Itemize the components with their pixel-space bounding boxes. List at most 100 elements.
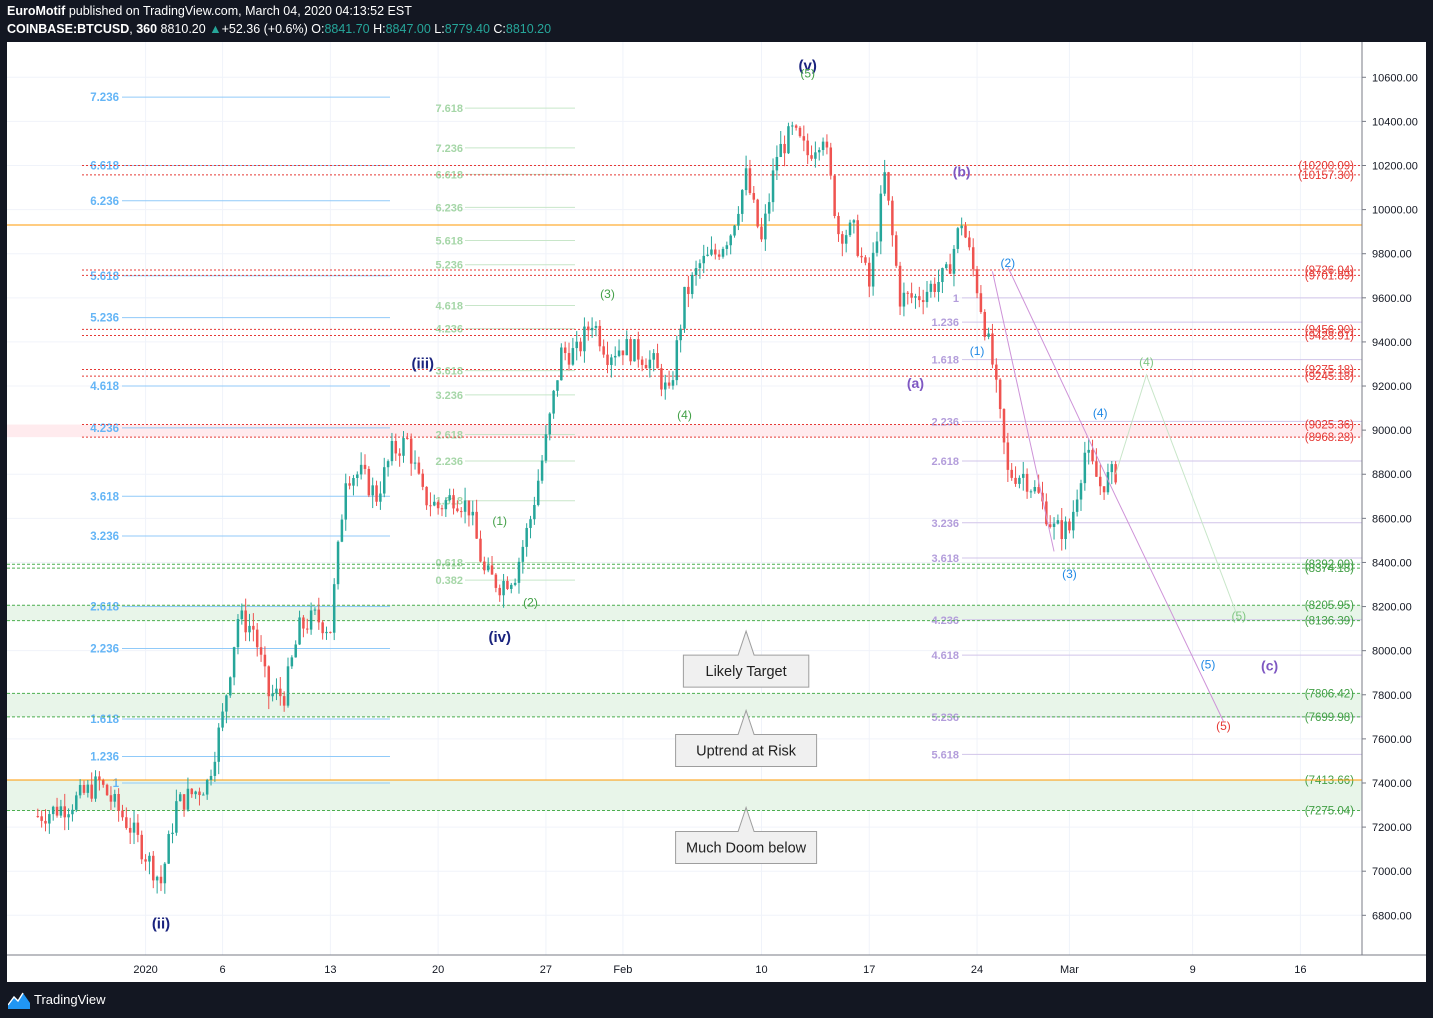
open-value: 8841.70 <box>324 22 370 36</box>
x-tick-label: 13 <box>324 964 336 976</box>
level-label: (8968.28) <box>1305 432 1354 444</box>
candle <box>182 794 186 810</box>
candle <box>737 213 740 226</box>
publish-line: EuroMotif published on TradingView.com, … <box>7 4 412 18</box>
footer-brand[interactable]: TradingView <box>34 992 106 1007</box>
candle <box>852 220 856 223</box>
candles <box>36 121 1117 894</box>
candle <box>725 245 729 249</box>
candle <box>640 359 644 365</box>
candle <box>171 832 174 835</box>
candle <box>444 500 448 510</box>
fib-blue-label: 5.236 <box>90 313 119 325</box>
candle <box>1021 473 1025 478</box>
x-tick-label: 10 <box>755 964 767 976</box>
candle <box>664 382 667 390</box>
fib-green-label: 2.618 <box>435 430 463 442</box>
candle <box>698 263 702 269</box>
candle <box>240 610 244 620</box>
candle <box>221 711 224 728</box>
candle <box>209 775 213 780</box>
candle <box>1060 520 1063 540</box>
y-tick-label: 6800.00 <box>1372 910 1412 922</box>
candle <box>1006 442 1010 470</box>
symbol-name[interactable]: COINBASE:BTCUSD <box>7 22 129 36</box>
candle <box>332 584 336 633</box>
candle <box>529 519 532 528</box>
fib-purple-label: 1 <box>953 293 959 305</box>
candle <box>833 175 836 216</box>
open-label: O: <box>311 22 325 36</box>
candle <box>610 357 613 365</box>
candle <box>706 254 709 256</box>
level-label: (10157.30) <box>1298 170 1354 182</box>
y-tick-label: 8600.00 <box>1372 513 1412 525</box>
x-tick-label: 9 <box>1190 964 1196 976</box>
candle <box>540 460 544 481</box>
candle <box>279 688 282 697</box>
candle <box>486 565 490 571</box>
candle <box>1087 449 1090 453</box>
change-arrow-icon: ▲ <box>209 22 222 36</box>
x-tick-label: 20 <box>432 964 444 976</box>
candle <box>440 508 444 510</box>
wave-label: (b) <box>953 164 971 180</box>
candle <box>517 561 521 583</box>
x-tick-label: 16 <box>1294 964 1306 976</box>
fib-blue-label: 5.618 <box>90 271 119 283</box>
candle <box>656 353 659 369</box>
candle <box>860 255 863 258</box>
candle <box>113 793 117 802</box>
x-tick-label: Mar <box>1060 964 1079 976</box>
candle <box>598 325 602 347</box>
candle <box>771 170 775 203</box>
level-zone <box>7 779 1362 811</box>
candle <box>194 791 197 795</box>
candle <box>740 190 744 214</box>
candle <box>613 355 617 358</box>
candle <box>90 784 93 799</box>
candle <box>983 311 987 337</box>
interval[interactable]: 360 <box>136 22 157 36</box>
candle <box>791 125 794 127</box>
candle <box>225 695 228 712</box>
candle <box>894 235 898 266</box>
level-label: (8136.39) <box>1305 616 1354 628</box>
callout-text: Much Doom below <box>686 841 807 857</box>
candle <box>483 561 486 571</box>
candle <box>456 508 459 512</box>
candle <box>252 625 255 630</box>
candle <box>379 493 382 502</box>
candle <box>783 143 786 154</box>
candle <box>548 413 552 435</box>
candle <box>683 286 686 329</box>
candle <box>82 784 86 793</box>
price-chart[interactable]: 7.2366.6186.2365.6185.2364.6184.2363.618… <box>7 42 1426 982</box>
candle <box>436 501 440 509</box>
chart-area[interactable]: 7.236 6.618 6.236 5.618 5.236 4.618 4.236 3.618… <box>7 42 1426 982</box>
level-label: (7275.04) <box>1305 806 1354 818</box>
candle <box>1079 483 1083 500</box>
candle <box>40 816 43 821</box>
candle <box>298 617 301 645</box>
author-name[interactable]: EuroMotif <box>7 4 65 18</box>
wave-label: (3) <box>600 287 615 301</box>
candle <box>667 382 671 386</box>
tradingview-logo-icon[interactable] <box>8 991 30 1009</box>
candle <box>825 141 829 148</box>
projection-path <box>991 271 1055 552</box>
fib-purple-label: 3.618 <box>931 553 959 565</box>
candle <box>406 438 409 440</box>
candle <box>594 325 598 328</box>
candle <box>733 225 736 236</box>
fib-green-label: 3.236 <box>435 390 463 402</box>
candle <box>606 354 609 365</box>
candle <box>348 483 351 486</box>
candle <box>633 339 636 362</box>
candle <box>617 350 621 356</box>
y-tick-label: 8400.00 <box>1372 557 1412 569</box>
fib-green-label: 2.236 <box>435 456 463 468</box>
candle <box>1068 521 1071 531</box>
candle <box>921 300 925 303</box>
candle <box>929 283 933 292</box>
